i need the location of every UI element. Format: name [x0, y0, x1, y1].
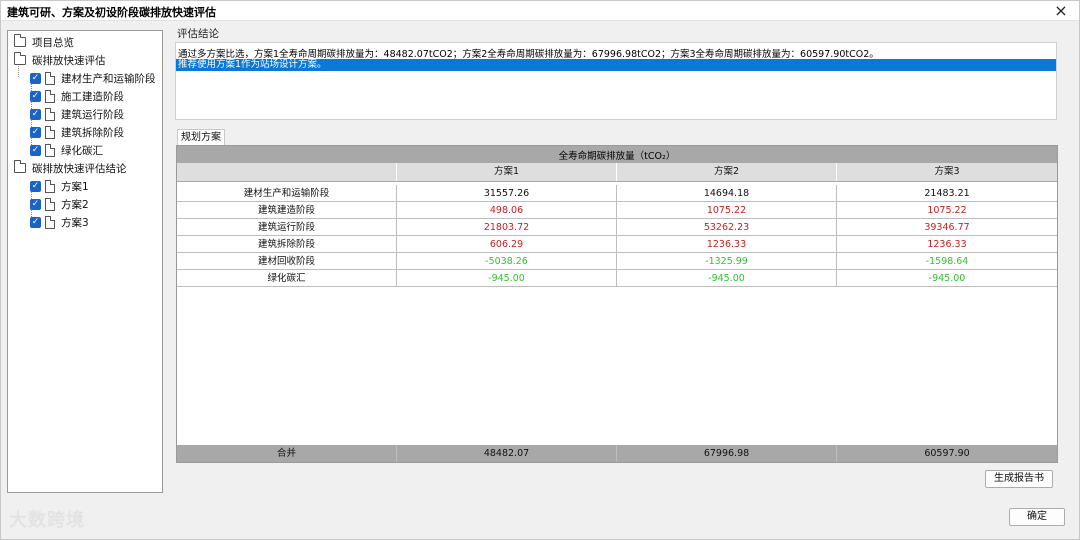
- cell-scheme-2: 1075.22: [617, 202, 837, 219]
- cell-scheme-2: 1236.33: [617, 236, 837, 253]
- ok-button[interactable]: 确定: [1009, 508, 1065, 526]
- folder-icon: [14, 160, 26, 173]
- row-label: 建筑拆除阶段: [177, 236, 397, 253]
- table-row[interactable]: 建筑建造阶段 498.06 1075.22 1075.22: [177, 202, 1057, 219]
- conclusion-label: 评估结论: [177, 28, 219, 40]
- document-icon: [45, 179, 55, 193]
- table-row[interactable]: 建筑拆除阶段 606.29 1236.33 1236.33: [177, 236, 1057, 253]
- cell-scheme-1: -945.00: [397, 270, 617, 287]
- row-label: 建筑建造阶段: [177, 202, 397, 219]
- total-scheme-2: 67996.98: [617, 445, 837, 462]
- document-icon: [45, 125, 55, 139]
- folder-icon: [14, 34, 26, 47]
- tree-item-quick-assessment[interactable]: 碳排放快速评估: [14, 51, 106, 69]
- checkbox-checked-icon[interactable]: ✓: [30, 144, 41, 156]
- table-row[interactable]: 建材生产和运输阶段 31557.26 14694.18 21483.21: [177, 185, 1057, 202]
- checkbox-checked-icon[interactable]: ✓: [30, 90, 41, 102]
- tree-item-material-stage[interactable]: ✓ 建材生产和运输阶段: [30, 69, 156, 87]
- conclusion-line-2-selected: 推荐使用方案1作为站场设计方案。: [176, 59, 1056, 71]
- tree-item-label: 施工建造阶段: [61, 90, 124, 103]
- tree-item-scheme-1[interactable]: ✓ 方案1: [30, 177, 89, 195]
- tree-item-scheme-3[interactable]: ✓ 方案3: [30, 213, 89, 231]
- tree-item-label: 项目总览: [32, 36, 74, 49]
- document-icon: [45, 107, 55, 121]
- cell-scheme-2: -1325.99: [617, 253, 837, 270]
- cell-scheme-1: 31557.26: [397, 185, 617, 202]
- cell-scheme-2: 53262.23: [617, 219, 837, 236]
- generate-report-button[interactable]: 生成报告书: [985, 470, 1053, 488]
- cell-scheme-1: 606.29: [397, 236, 617, 253]
- column-header-scheme-1: 方案1: [397, 163, 617, 181]
- cell-scheme-1: -5038.26: [397, 253, 617, 270]
- emission-table: 全寿命期碳排放量（tCO₂） 方案1 方案2 方案3 建材生产和运输阶段 315…: [176, 145, 1058, 463]
- cell-scheme-3: 39346.77: [924, 222, 970, 233]
- total-scheme-1: 48482.07: [397, 445, 617, 462]
- cell-scheme-3: 1075.22: [927, 205, 967, 216]
- table-header: 全寿命期碳排放量（tCO₂） 方案1 方案2 方案3: [177, 146, 1057, 182]
- column-header-stage: [177, 163, 397, 181]
- checkbox-checked-icon[interactable]: ✓: [30, 108, 41, 120]
- cell-scheme-3: -1598.64: [925, 256, 969, 267]
- checkbox-checked-icon[interactable]: ✓: [30, 180, 41, 192]
- close-icon[interactable]: ×: [1049, 1, 1073, 21]
- tree-item-label: 碳排放快速评估结论: [32, 162, 127, 175]
- cell-scheme-3: 21483.21: [924, 188, 970, 199]
- column-header-scheme-2: 方案2: [617, 163, 837, 181]
- tree-item-demolition-stage[interactable]: ✓ 建筑拆除阶段: [30, 123, 124, 141]
- title-bar: 建筑可研、方案及初设阶段碳排放快速评估 ×: [1, 1, 1079, 21]
- checkbox-checked-icon[interactable]: ✓: [30, 216, 41, 228]
- tree-item-project-overview[interactable]: 项目总览: [14, 33, 74, 51]
- main-window: 建筑可研、方案及初设阶段碳排放快速评估 × 项目总览 碳排放快速评估 ✓ 建材生…: [0, 0, 1080, 540]
- document-icon: [45, 71, 55, 85]
- column-header-scheme-3: 方案3: [837, 163, 1057, 181]
- tree-item-label: 方案2: [61, 198, 89, 211]
- total-scheme-3: 60597.90: [924, 448, 970, 459]
- document-icon: [45, 197, 55, 211]
- table-title: 全寿命期碳排放量（tCO₂）: [558, 151, 676, 162]
- folder-icon: [14, 52, 26, 65]
- cell-scheme-1: 21803.72: [397, 219, 617, 236]
- cell-scheme-2: 14694.18: [617, 185, 837, 202]
- total-label: 合并: [177, 445, 397, 462]
- cell-scheme-3: 1236.33: [927, 239, 967, 250]
- tree-item-scheme-2[interactable]: ✓ 方案2: [30, 195, 89, 213]
- document-icon: [45, 89, 55, 103]
- checkbox-checked-icon[interactable]: ✓: [30, 72, 41, 84]
- row-label: 建筑运行阶段: [177, 219, 397, 236]
- conclusion-textbox[interactable]: 通过多方案比选，方案1全寿命周期碳排放量为：48482.07tCO2；方案2全寿…: [175, 42, 1057, 120]
- row-label: 建材回收阶段: [177, 253, 397, 270]
- cell-scheme-1: 498.06: [397, 202, 617, 219]
- row-label: 建材生产和运输阶段: [177, 185, 397, 202]
- tree-item-label: 建筑拆除阶段: [61, 126, 124, 139]
- row-label: 绿化碳汇: [177, 270, 397, 287]
- navigation-tree: 项目总览 碳排放快速评估 ✓ 建材生产和运输阶段 ✓ 施工建造阶段 ✓ 建筑运行…: [7, 30, 163, 493]
- table-row[interactable]: 建材回收阶段 -5038.26 -1325.99 -1598.64: [177, 253, 1057, 270]
- tree-item-assessment-conclusion[interactable]: 碳排放快速评估结论: [14, 159, 127, 177]
- table-row[interactable]: 建筑运行阶段 21803.72 53262.23 39346.77: [177, 219, 1057, 236]
- conclusion-line-1: 通过多方案比选，方案1全寿命周期碳排放量为：48482.07tCO2；方案2全寿…: [178, 49, 879, 60]
- window-title: 建筑可研、方案及初设阶段碳排放快速评估: [7, 6, 216, 19]
- tree-item-label: 绿化碳汇: [61, 144, 103, 157]
- document-icon: [45, 215, 55, 229]
- watermark: 大数跨境: [9, 510, 85, 531]
- table-total-row[interactable]: 合并 48482.07 67996.98 60597.90: [177, 445, 1057, 462]
- document-icon: [45, 143, 55, 157]
- cell-scheme-3: -945.00: [928, 273, 966, 284]
- tree-item-label: 碳排放快速评估: [32, 54, 106, 67]
- tree-item-construction-stage[interactable]: ✓ 施工建造阶段: [30, 87, 124, 105]
- cell-scheme-2: -945.00: [617, 270, 837, 287]
- tree-item-green-sink[interactable]: ✓ 绿化碳汇: [30, 141, 103, 159]
- table-row[interactable]: 绿化碳汇 -945.00 -945.00 -945.00: [177, 270, 1057, 287]
- checkbox-checked-icon[interactable]: ✓: [30, 126, 41, 138]
- tree-item-operation-stage[interactable]: ✓ 建筑运行阶段: [30, 105, 124, 123]
- tree-item-label: 建材生产和运输阶段: [61, 72, 156, 85]
- tab-planning-scheme[interactable]: 规划方案: [177, 129, 225, 145]
- tree-item-label: 方案3: [61, 216, 89, 229]
- checkbox-checked-icon[interactable]: ✓: [30, 198, 41, 210]
- tree-item-label: 建筑运行阶段: [61, 108, 124, 121]
- tree-item-label: 方案1: [61, 180, 89, 193]
